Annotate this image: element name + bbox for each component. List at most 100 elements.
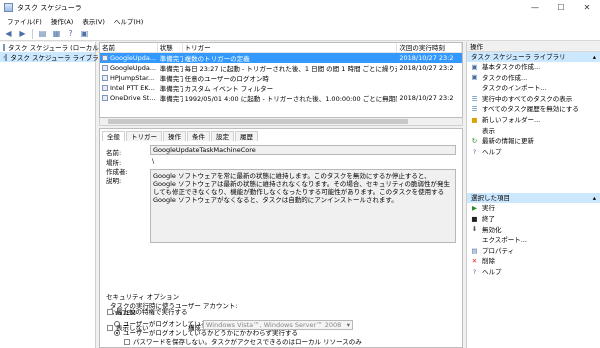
location-value: \ — [152, 157, 155, 165]
main-pane: 名前 状態 トリガー 次回の実行時刻 GoogleUpda... 準備完了 複数… — [99, 42, 463, 348]
action-run[interactable]: ▶ 実行 — [467, 203, 600, 214]
action-import-task[interactable]: タスクのインポート... — [467, 83, 600, 94]
checkbox[interactable] — [107, 309, 113, 315]
actions-section-selected[interactable]: 選択した項目 ▴ — [467, 193, 600, 204]
blank-icon — [471, 237, 478, 244]
table-row[interactable]: GoogleUpda... 準備完了 複数のトリガーの定義 2018/10/27… — [100, 53, 462, 63]
action-disable-history[interactable]: ☰ すべてのタスク履歴を無効にする — [467, 104, 600, 115]
tab-conditions[interactable]: 条件 — [187, 131, 210, 141]
cell-status: 準備完了 — [159, 65, 183, 73]
action-show-running[interactable]: ☰ 実行中のすべてのタスクの表示 — [467, 94, 600, 105]
option-no-password[interactable]: パスワードを保存しない。タスクがアクセスできるのはローカル リソースのみ — [124, 336, 362, 346]
column-trigger[interactable]: トリガー — [183, 43, 398, 53]
action-label: 無効化 — [482, 225, 502, 234]
tab-triggers[interactable]: トリガー — [126, 131, 162, 141]
maximize-button[interactable]: ☐ — [548, 0, 574, 15]
scrollbar-thumb[interactable] — [108, 119, 408, 124]
action-end[interactable]: ■ 終了 — [467, 214, 600, 225]
description-label: 説明: — [106, 177, 122, 185]
cell-trigger: 任意のユーザーのログオン時 — [184, 75, 269, 83]
back-arrow-icon[interactable]: ◀ — [3, 28, 14, 39]
option-hidden[interactable]: 表示しない — [107, 322, 149, 332]
up-folder-icon[interactable]: ▤ — [37, 28, 48, 39]
menu-action[interactable]: 操作(A) — [51, 16, 74, 26]
action-delete[interactable]: ✕ 削除 — [467, 256, 600, 267]
collapse-arrow-icon[interactable]: ▴ — [593, 193, 596, 203]
tab-history[interactable]: 履歴 — [235, 131, 258, 141]
forward-arrow-icon[interactable]: ▶ — [17, 28, 28, 39]
cell-next-run: 2018/10/27 23:2 — [399, 64, 454, 72]
task-icon: ▣ — [471, 62, 478, 71]
cell-next-run: 2018/10/27 23:2 — [399, 54, 454, 62]
action-create-basic-task[interactable]: ▣ 基本タスクの作成... — [467, 62, 600, 73]
tree-item-root[interactable]: タスク スケジューラ (ローカル) — [0, 42, 101, 52]
actions-section-library[interactable]: タスク スケジューラ ライブラリ ▴ — [467, 52, 600, 62]
tree-root-label: タスク スケジューラ (ローカル) — [8, 44, 102, 52]
action-label: ヘルプ — [482, 147, 502, 156]
table-row[interactable]: OneDrive St... 準備完了 1992/05/01 4:00 に起動 … — [100, 93, 462, 103]
action-create-task[interactable]: ▣ タスクの作成... — [467, 73, 600, 84]
action-label: 終了 — [482, 214, 495, 223]
task-icon — [102, 95, 108, 101]
column-name[interactable]: 名前 — [100, 43, 158, 53]
clock-icon — [3, 43, 5, 51]
help-icon[interactable]: ? — [65, 28, 76, 39]
window-title: タスク スケジューラ — [17, 3, 82, 12]
name-field[interactable]: GoogleUpdateTaskMachineCore — [150, 145, 456, 155]
action-label: エクスポート... — [482, 236, 528, 245]
cell-trigger: 複数のトリガーの定義 — [184, 55, 250, 63]
action-new-folder[interactable]: ■ 新しいフォルダー... — [467, 115, 600, 126]
action-label: タスクの作成... — [482, 73, 528, 82]
menu-help[interactable]: ヘルプ(H) — [114, 16, 143, 26]
cell-name-text: GoogleUpda... — [110, 64, 157, 72]
collapse-arrow-icon[interactable]: ▴ — [593, 52, 596, 62]
table-row[interactable]: HPJumpStar... 準備完了 任意のユーザーのログオン時 — [100, 73, 462, 83]
tree-item-library[interactable]: › タスク スケジューラ ライブラリ — [0, 52, 105, 62]
tab-general[interactable]: 全般 — [102, 131, 125, 141]
show-hide-tree-icon[interactable]: ▦ — [51, 28, 62, 39]
refresh-icon: ↻ — [471, 136, 478, 145]
tab-actions[interactable]: 操作 — [163, 131, 186, 141]
horizontal-scrollbar[interactable] — [99, 118, 463, 126]
tab-settings[interactable]: 設定 — [211, 131, 234, 141]
menu-view[interactable]: 表示(V) — [82, 16, 105, 26]
close-button[interactable]: ✕ — [574, 0, 600, 15]
actions-header: 操作 — [467, 42, 600, 52]
run-icon: ▶ — [472, 204, 477, 213]
option-highest-privileges[interactable]: 最上位の特権で実行する — [107, 306, 188, 316]
table-row[interactable]: Intel PTT EK... 準備完了 カスタム イベント フィルター — [100, 83, 462, 93]
console-tree: タスク スケジューラ (ローカル) › タスク スケジューラ ライブラリ — [0, 42, 105, 348]
properties-icon[interactable]: ▣ — [79, 28, 90, 39]
action-label: プロパティ — [482, 246, 515, 255]
action-help-selected[interactable]: ? ヘルプ — [467, 267, 600, 278]
checkbox[interactable] — [124, 339, 130, 345]
menu-file[interactable]: ファイル(F) — [7, 16, 42, 26]
folder-icon — [5, 53, 8, 61]
cell-name: Intel PTT EK... — [100, 84, 158, 92]
cell-name: GoogleUpda... — [100, 64, 158, 72]
action-properties[interactable]: ▤ プロパティ — [467, 246, 600, 257]
action-label: すべてのタスク履歴を無効にする — [482, 105, 579, 114]
column-status[interactable]: 状態 — [158, 43, 183, 53]
cell-trigger: カスタム イベント フィルター — [184, 85, 274, 93]
actions-section-library-label: タスク スケジューラ ライブラリ — [471, 53, 566, 61]
action-disable[interactable]: ⬇ 無効化 — [467, 225, 600, 236]
folder-icon: ■ — [471, 115, 478, 124]
toolbar: ◀ ▶ ▤ ▦ ? ▣ — [0, 27, 600, 41]
table-row[interactable]: GoogleUpda... 準備完了 毎日 23:27 に起動 - トリガーされ… — [100, 63, 462, 73]
action-label: 最新の情報に更新 — [482, 137, 534, 146]
action-export[interactable]: エクスポート... — [467, 235, 600, 246]
help-icon: ? — [472, 267, 477, 276]
config-select[interactable]: Windows Vista™, Windows Server™ 2008 ▾ — [203, 320, 353, 330]
action-view[interactable]: 表示 — [467, 126, 600, 137]
checkbox[interactable] — [107, 325, 113, 331]
action-refresh[interactable]: ↻ 最新の情報に更新 — [467, 136, 600, 147]
minimize-button[interactable]: — — [522, 0, 548, 15]
cell-status: 準備完了 — [159, 95, 183, 103]
action-help[interactable]: ? ヘルプ — [467, 147, 600, 158]
task-list-header: 名前 状態 トリガー 次回の実行時刻 — [100, 43, 462, 53]
column-next-run[interactable]: 次回の実行時刻 — [397, 43, 462, 53]
description-field[interactable]: Google ソフトウェアを常に最新の状態に維持します。このタスクを無効にするか… — [150, 169, 456, 243]
blank-icon — [471, 85, 478, 92]
action-label: 実行 — [482, 204, 495, 213]
